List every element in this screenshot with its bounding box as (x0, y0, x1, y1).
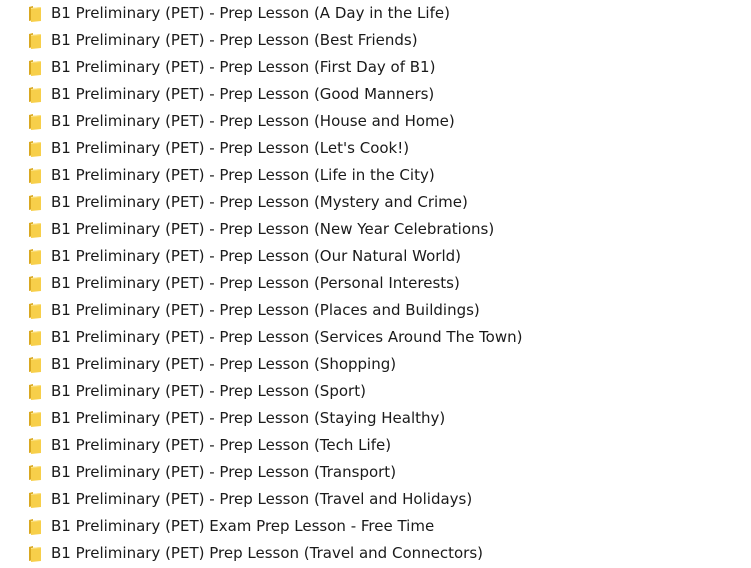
list-item[interactable]: B1 Preliminary (PET) - Prep Lesson (Serv… (0, 324, 751, 351)
list-item[interactable]: B1 Preliminary (PET) - Prep Lesson (Stay… (0, 405, 751, 432)
list-item[interactable]: B1 Preliminary (PET) - Prep Lesson (Tech… (0, 432, 751, 459)
folder-icon (28, 140, 42, 157)
list-item[interactable]: B1 Preliminary (PET) - Prep Lesson (Firs… (0, 54, 751, 81)
folder-icon (28, 437, 42, 454)
folder-icon (28, 59, 42, 76)
item-label: B1 Preliminary (PET) - Prep Lesson (Shop… (51, 355, 397, 373)
item-label: B1 Preliminary (PET) - Prep Lesson (Life… (51, 166, 435, 184)
folder-icon (28, 275, 42, 292)
item-label: B1 Preliminary (PET) - Prep Lesson (Best… (51, 31, 418, 49)
list-item[interactable]: B1 Preliminary (PET) - Prep Lesson (Our … (0, 243, 751, 270)
list-item[interactable]: B1 Preliminary (PET) - Prep Lesson (Pers… (0, 270, 751, 297)
folder-icon (28, 167, 42, 184)
list-item[interactable]: B1 Preliminary (PET) - Prep Lesson (Plac… (0, 297, 751, 324)
item-label: B1 Preliminary (PET) - Prep Lesson (Spor… (51, 382, 366, 400)
list-item[interactable]: B1 Preliminary (PET) - Prep Lesson (Good… (0, 81, 751, 108)
folder-icon (28, 518, 42, 535)
folder-icon (28, 464, 42, 481)
item-label: B1 Preliminary (PET) Prep Lesson (Travel… (51, 544, 484, 562)
folder-icon (28, 410, 42, 427)
folder-icon (28, 356, 42, 373)
list-item[interactable]: B1 Preliminary (PET) - Prep Lesson (Trav… (0, 486, 751, 513)
list-item[interactable]: B1 Preliminary (PET) - Prep Lesson (New … (0, 216, 751, 243)
folder-icon (28, 221, 42, 238)
list-item[interactable]: B1 Preliminary (PET) - Prep Lesson (Life… (0, 162, 751, 189)
list-item[interactable]: B1 Preliminary (PET) - Prep Lesson (Let'… (0, 135, 751, 162)
folder-icon (28, 383, 42, 400)
list-item[interactable]: B1 Preliminary (PET) - Prep Lesson (Spor… (0, 378, 751, 405)
item-label: B1 Preliminary (PET) - Prep Lesson (Let'… (51, 139, 410, 157)
list-item[interactable]: B1 Preliminary (PET) - Prep Lesson (Myst… (0, 189, 751, 216)
folder-icon (28, 545, 42, 562)
item-label: B1 Preliminary (PET) - Prep Lesson (Good… (51, 85, 435, 103)
item-label: B1 Preliminary (PET) - Prep Lesson (Firs… (51, 58, 436, 76)
item-label: B1 Preliminary (PET) - Prep Lesson (Pers… (51, 274, 460, 292)
item-label: B1 Preliminary (PET) - Prep Lesson (Tran… (51, 463, 397, 481)
folder-icon (28, 32, 42, 49)
item-label: B1 Preliminary (PET) - Prep Lesson (A Da… (51, 4, 450, 22)
item-label: B1 Preliminary (PET) - Prep Lesson (Our … (51, 247, 461, 265)
list-item[interactable]: B1 Preliminary (PET) Prep Lesson (Travel… (0, 540, 751, 567)
folder-icon (28, 491, 42, 508)
folder-icon (28, 302, 42, 319)
item-label: B1 Preliminary (PET) Exam Prep Lesson - … (51, 517, 435, 535)
folder-icon (28, 113, 42, 130)
item-label: B1 Preliminary (PET) - Prep Lesson (Plac… (51, 301, 480, 319)
item-label: B1 Preliminary (PET) - Prep Lesson (Tech… (51, 436, 392, 454)
file-list: B1 Preliminary (PET) - Prep Lesson (A Da… (0, 0, 751, 567)
list-item[interactable]: B1 Preliminary (PET) - Prep Lesson (Shop… (0, 351, 751, 378)
list-item[interactable]: B1 Preliminary (PET) - Prep Lesson (A Da… (0, 0, 751, 27)
item-label: B1 Preliminary (PET) - Prep Lesson (Stay… (51, 409, 446, 427)
folder-icon (28, 329, 42, 346)
item-label: B1 Preliminary (PET) - Prep Lesson (Myst… (51, 193, 468, 211)
item-label: B1 Preliminary (PET) - Prep Lesson (New … (51, 220, 495, 238)
folder-icon (28, 194, 42, 211)
item-label: B1 Preliminary (PET) - Prep Lesson (Trav… (51, 490, 473, 508)
list-item[interactable]: B1 Preliminary (PET) - Prep Lesson (Tran… (0, 459, 751, 486)
folder-icon (28, 248, 42, 265)
item-label: B1 Preliminary (PET) - Prep Lesson (Serv… (51, 328, 523, 346)
item-label: B1 Preliminary (PET) - Prep Lesson (Hous… (51, 112, 455, 130)
list-item[interactable]: B1 Preliminary (PET) Exam Prep Lesson - … (0, 513, 751, 540)
folder-icon (28, 5, 42, 22)
folder-icon (28, 86, 42, 103)
list-item[interactable]: B1 Preliminary (PET) - Prep Lesson (Best… (0, 27, 751, 54)
list-item[interactable]: B1 Preliminary (PET) - Prep Lesson (Hous… (0, 108, 751, 135)
